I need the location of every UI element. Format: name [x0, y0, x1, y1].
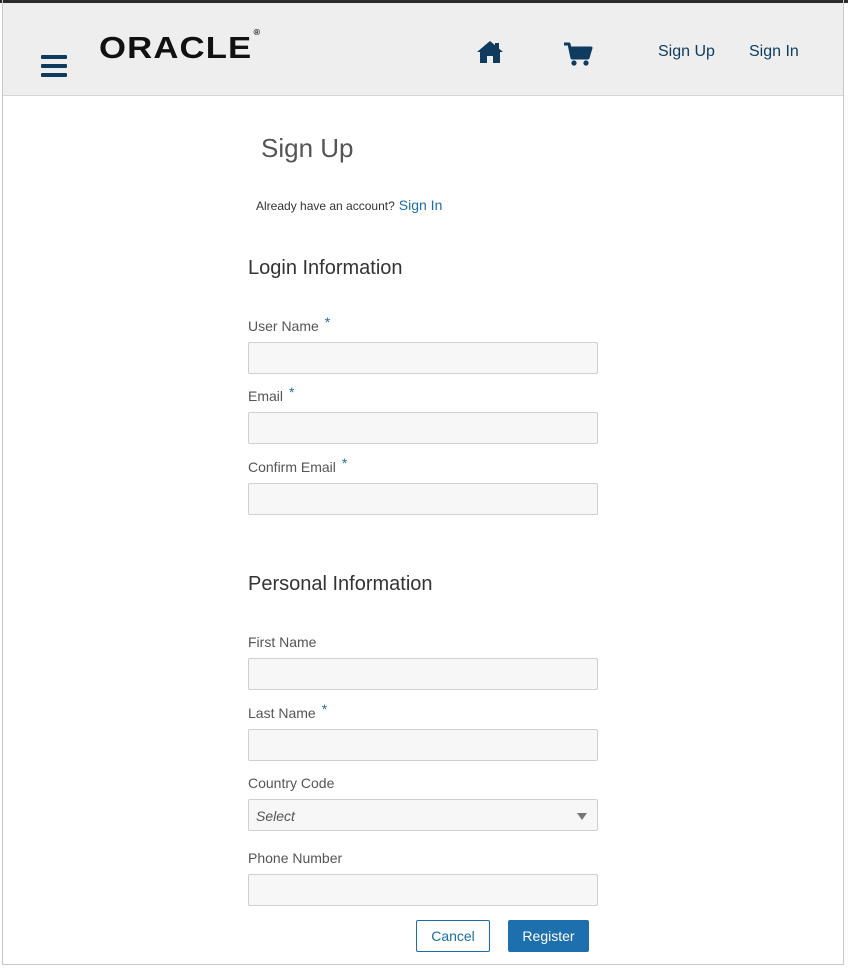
required-marker: *	[321, 701, 328, 717]
user-name-label: User Name *	[248, 314, 331, 334]
phone-number-label: Phone Number	[248, 850, 343, 866]
nav-sign-up-link[interactable]: Sign Up	[658, 43, 715, 61]
site-header: ORACLE® Sign Up Sign In	[3, 3, 843, 96]
chevron-down-icon	[577, 813, 587, 820]
page-title: Sign Up	[261, 133, 354, 163]
hamburger-icon[interactable]	[41, 55, 69, 79]
confirm-email-input[interactable]	[248, 483, 598, 515]
already-text: Already have an account?	[256, 199, 395, 213]
already-have-account: Already have an account? Sign In	[256, 197, 442, 213]
phone-number-input[interactable]	[248, 874, 598, 906]
first-name-label: First Name	[248, 634, 317, 650]
first-name-input[interactable]	[248, 658, 598, 690]
personal-section-title: Personal Information	[248, 573, 433, 595]
shopping-cart-icon[interactable]	[563, 41, 593, 72]
nav-sign-in-link[interactable]: Sign In	[749, 43, 799, 61]
country-code-label: Country Code	[248, 775, 335, 791]
email-input[interactable]	[248, 412, 598, 444]
login-section-title: Login Information	[248, 257, 403, 279]
register-button[interactable]: Register	[508, 920, 589, 952]
email-label: Email *	[248, 384, 295, 404]
user-name-input[interactable]	[248, 342, 598, 374]
sign-in-link[interactable]: Sign In	[399, 197, 443, 213]
cancel-button[interactable]: Cancel	[416, 920, 490, 952]
last-name-label: Last Name *	[248, 701, 328, 721]
required-marker: *	[341, 455, 348, 471]
home-icon[interactable]	[475, 39, 505, 70]
country-code-selected: Select	[256, 808, 295, 824]
required-marker: *	[289, 384, 295, 400]
country-code-select[interactable]: Select	[248, 799, 598, 831]
required-marker: *	[324, 314, 331, 330]
last-name-input[interactable]	[248, 729, 598, 761]
confirm-email-label: Confirm Email *	[248, 455, 348, 475]
oracle-logo[interactable]: ORACLE®	[99, 28, 261, 66]
